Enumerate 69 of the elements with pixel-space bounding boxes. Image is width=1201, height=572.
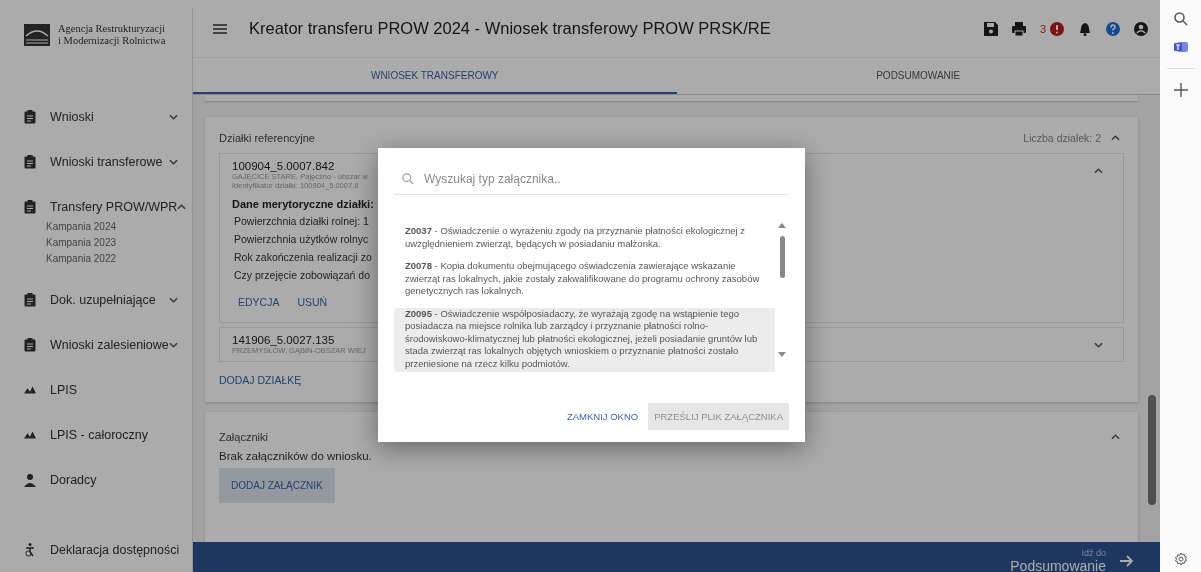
- sidebar-item[interactable]: LPIS: [50, 382, 78, 397]
- parcel-id: 141906_5.0027.135: [232, 334, 336, 346]
- arrow-right-icon[interactable]: [1120, 555, 1134, 567]
- sidebar-item[interactable]: Deklaracja dostępności: [50, 542, 180, 557]
- chevron-icon[interactable]: [1094, 168, 1103, 174]
- sidebar-subitem[interactable]: Kampania 2024: [46, 219, 192, 235]
- sidebar-subitem[interactable]: Kampania 2022: [46, 251, 192, 267]
- attachment-type-option[interactable]: Z0078 - Kopia dokumentu obejmującego oświadczenia zawierające wskazanie zwierząt ras lokalnych, jakie zostały zakwalifikowane do programu ochrony zasobów genetycznych ras lokalnych.: [394, 260, 775, 300]
- attachment-type-option[interactable]: Z0037 - Oświadczenie o wyrażeniu zgody na przyznanie płatności ekologicznej z uwzględnieniem zwierząt, będących w posiadaniu małżonka.: [394, 225, 775, 252]
- sidebar-subitem[interactable]: Kampania 2023: [46, 235, 192, 251]
- empty-message: Brak załączników do wniosku.: [219, 450, 373, 462]
- sidebar-item[interactable]: Wnioski: [50, 109, 94, 124]
- search-icon: [402, 173, 414, 185]
- settings-icon[interactable]: [1173, 552, 1188, 566]
- menu-icon[interactable]: [213, 23, 227, 34]
- clipboard-icon: [24, 292, 36, 307]
- person-icon: [24, 472, 36, 487]
- add-attachment-button[interactable]: DODAJ ZAŁĄCZNIK: [219, 468, 335, 503]
- detail-line: Powierzchnia działki rolnej: 1: [233, 214, 369, 229]
- chevron-icon[interactable]: [169, 113, 178, 120]
- section-title: Działki referencyjne: [219, 132, 316, 144]
- clipboard-icon: [24, 109, 36, 124]
- chevron-icon[interactable]: [177, 203, 187, 210]
- teams-icon[interactable]: [1173, 40, 1188, 54]
- chevron-icon[interactable]: [169, 158, 178, 165]
- next-step-link[interactable]: Podsumowanie: [1010, 558, 1106, 572]
- chevron-icon[interactable]: [169, 296, 178, 303]
- plus-icon[interactable]: [1173, 83, 1188, 97]
- clipboard-icon: [24, 199, 36, 214]
- close-dialog-button[interactable]: ZAMKNIJ OKNO: [566, 411, 639, 422]
- error-count: 3: [1039, 22, 1046, 35]
- error-icon[interactable]: [1050, 21, 1064, 36]
- chevron-icon[interactable]: [169, 341, 178, 348]
- scroll-up-icon[interactable]: [778, 223, 786, 228]
- detail-line: Rok zakończenia realizacji zo: [233, 250, 372, 265]
- agency-name: Agencja Restrukturyzacji i Modernizacji Rolnictwa: [58, 23, 166, 47]
- clipboard-icon: [24, 154, 36, 169]
- accessibility-icon: [24, 542, 36, 557]
- action-link[interactable]: USUŃ: [297, 296, 328, 308]
- section-title: Załączniki: [219, 431, 269, 443]
- bell-icon[interactable]: [1078, 21, 1092, 36]
- tab[interactable]: PODSUMOWANIE: [676, 58, 1160, 94]
- print-icon[interactable]: [1011, 21, 1026, 36]
- parcel-count: Liczba działek: 2: [1023, 132, 1101, 144]
- sidebar-item[interactable]: Dok. uzupełniające: [50, 292, 156, 307]
- agency-logo-icon: [24, 24, 50, 46]
- add-parcel-button[interactable]: DODAJ DZIAŁKĘ: [219, 374, 302, 386]
- chevron-icon[interactable]: [1094, 342, 1103, 348]
- details-heading: Dane merytoryczne działki:: [232, 198, 374, 210]
- attachment-type-option[interactable]: Z0095 - Oświadczenie współposiadaczy, że wyrażają zgodę na wstąpienie tego posiadacza na miejsce rolnika lub zarządcy i przyznanie płatności rolno-środowiskowo-klimatycznej lub płatności ekologicznej, jeżeli posiadanie gruntów lub stada zwierząt ras lokalnych objętych wnioskiem o przyznanie płatności zostało przeniesione na rzecz kilku podmiotów.: [394, 307, 775, 372]
- sidebar-item[interactable]: Transfery PROW/WPR: [50, 199, 178, 214]
- sidebar-item[interactable]: Wnioski zalesieniowe: [50, 337, 169, 352]
- chevron-icon[interactable]: [1111, 434, 1120, 440]
- scroll-down-icon[interactable]: [778, 352, 786, 357]
- page-title: Kreator transferu PROW 2024 - Wniosek transferowy PROW PRSK/RE: [249, 19, 771, 38]
- sidebar-item[interactable]: LPIS - całoroczny: [50, 427, 148, 442]
- action-link[interactable]: EDYCJA: [238, 296, 280, 308]
- sidebar-item[interactable]: Wnioski transferowe: [50, 154, 163, 169]
- search-icon[interactable]: [1173, 12, 1188, 26]
- account-icon[interactable]: [1134, 21, 1148, 36]
- save-icon[interactable]: [983, 21, 998, 36]
- detail-line: Czy przejęcie zobowiązań do: [233, 268, 370, 283]
- parcel-id: 100904_5.0007.842: [232, 160, 336, 172]
- chevron-icon[interactable]: [1111, 135, 1120, 141]
- footer-hint: Idź do: [1081, 548, 1106, 558]
- clipboard-icon: [24, 337, 36, 352]
- sidebar-item[interactable]: Doradcy: [50, 472, 97, 487]
- help-icon[interactable]: [1106, 21, 1120, 36]
- detail-line: Powierzchnia użytków rolnyc: [233, 232, 369, 247]
